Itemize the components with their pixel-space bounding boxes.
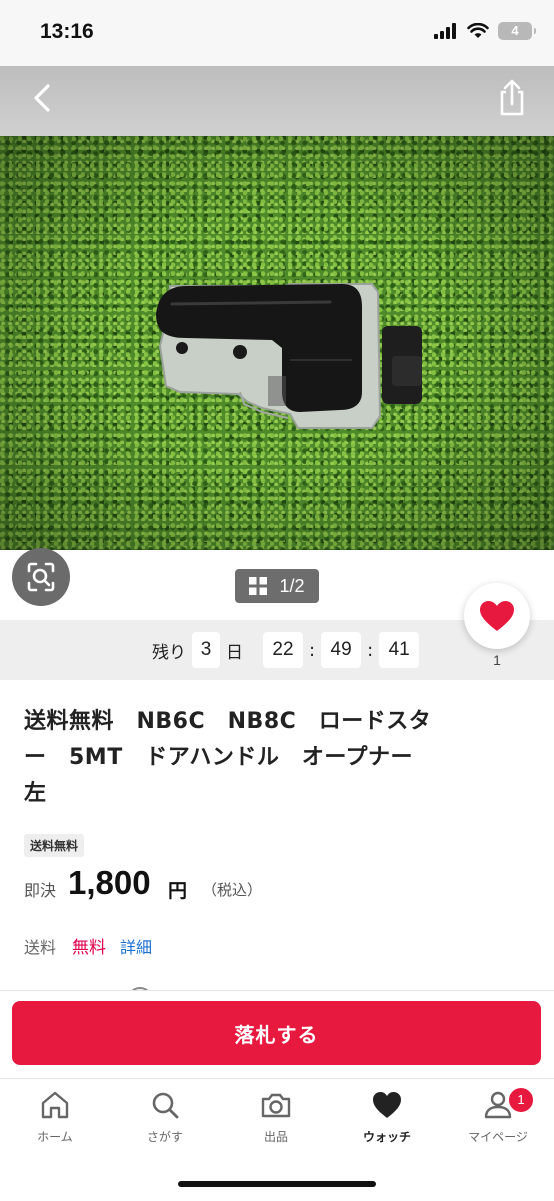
nav-item-mypage[interactable]: マイページ 1 <box>443 1086 553 1152</box>
price-value: 1,800 <box>68 864 151 901</box>
share-button[interactable] <box>492 76 532 120</box>
buy-now-label: 即決 <box>24 881 57 900</box>
product-image[interactable] <box>0 136 554 550</box>
grid-icon <box>249 577 268 595</box>
nav-label: ウォッチ <box>362 1130 411 1144</box>
colon-separator: : <box>367 639 374 661</box>
battery-indicator: 4 <box>498 22 536 40</box>
watch-button[interactable] <box>464 583 530 649</box>
watch-count: 1 <box>493 652 501 668</box>
image-search-icon <box>27 562 55 592</box>
countdown-hours: 22 <box>263 632 303 668</box>
nav-item-home[interactable]: ホーム <box>0 1088 110 1152</box>
nav-item-search[interactable]: さがす <box>110 1088 220 1152</box>
nav-label: マイページ <box>468 1130 528 1144</box>
back-button[interactable] <box>24 78 64 118</box>
image-vignette <box>0 136 554 550</box>
battery-level: 4 <box>511 23 519 38</box>
camera-icon <box>261 1093 291 1118</box>
status-bar: 13:16 4 <box>0 0 554 66</box>
auction-countdown: 残り 3 日 22 : 49 : 41 <box>152 632 420 668</box>
product-title-line: 左 <box>24 781 47 806</box>
nav-label: 出品 <box>263 1130 288 1144</box>
tax-note: （税込） <box>202 881 263 899</box>
wifi-icon <box>467 23 489 38</box>
heart-icon <box>373 1092 401 1118</box>
shipping-label: 送料 <box>24 938 57 957</box>
product-title-line: 送料無料 NB6C NB8C ロードスタ <box>24 709 432 734</box>
colon-separator: : <box>309 639 316 661</box>
page-count: 1/2 <box>279 575 305 596</box>
remaining-label: 残り <box>152 642 186 663</box>
product-title-line: ー 5MT ドアハンドル オープナー <box>24 745 414 770</box>
signal-icon <box>434 23 456 39</box>
nav-item-sell[interactable]: 出品 <box>221 1088 331 1152</box>
buy-now-button[interactable]: 落札する <box>12 1001 541 1065</box>
notification-badge: 1 <box>507 1086 535 1114</box>
free-shipping-badge: 送料無料 <box>24 834 85 857</box>
share-icon <box>500 79 524 116</box>
photo-header <box>0 66 554 136</box>
countdown-seconds: 41 <box>379 632 420 668</box>
shipping-value: 無料 <box>72 938 106 958</box>
countdown-days: 3 <box>192 632 220 668</box>
heart-icon <box>480 601 514 631</box>
home-indicator <box>178 1181 376 1187</box>
chevron-left-icon <box>34 84 50 112</box>
shipping-details-link[interactable]: 詳細 <box>120 934 152 958</box>
status-time: 13:16 <box>40 20 94 43</box>
gallery-page-indicator[interactable]: 1/2 <box>235 569 319 603</box>
nav-item-watch[interactable]: ウォッチ <box>332 1088 442 1152</box>
countdown-minutes: 49 <box>321 632 362 668</box>
home-icon <box>41 1091 69 1119</box>
image-search-button[interactable] <box>12 548 70 606</box>
nav-label: ホーム <box>37 1130 73 1144</box>
days-unit: 日 <box>226 642 243 663</box>
price-currency: 円 <box>168 880 188 902</box>
product-title: 送料無料 NB6C NB8C ロードスタ ー 5MT ドアハンドル オープナー … <box>24 704 464 812</box>
status-icons: 4 <box>434 22 536 40</box>
nav-label: さがす <box>146 1130 183 1144</box>
search-icon <box>152 1092 179 1119</box>
